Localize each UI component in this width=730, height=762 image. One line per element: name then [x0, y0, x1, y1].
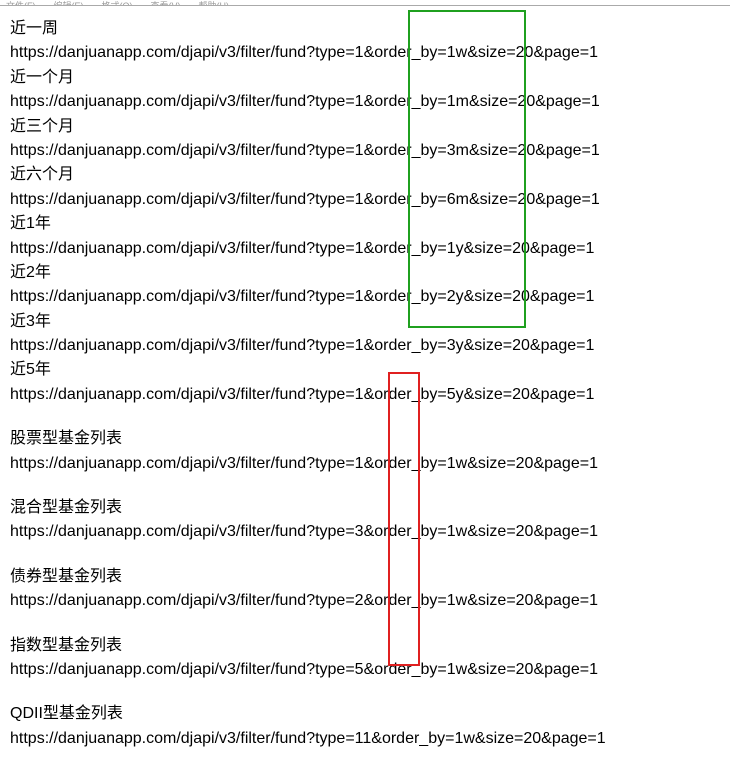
- type-url: https://danjuanapp.com/djapi/v3/filter/f…: [10, 728, 720, 750]
- menu-item[interactable]: 查看(V): [151, 0, 181, 5]
- period-url: https://danjuanapp.com/djapi/v3/filter/f…: [10, 189, 720, 211]
- type-url: https://danjuanapp.com/djapi/v3/filter/f…: [10, 590, 720, 612]
- period-label: 近1年: [10, 213, 720, 235]
- period-label: 近一个月: [10, 67, 720, 89]
- period-label: 近一周: [10, 18, 720, 40]
- period-url: https://danjuanapp.com/djapi/v3/filter/f…: [10, 238, 720, 260]
- period-label: 近六个月: [10, 164, 720, 186]
- type-label: 债券型基金列表: [10, 566, 720, 588]
- menu-item[interactable]: 文件(F): [6, 0, 36, 5]
- period-label: 近3年: [10, 311, 720, 333]
- type-label: 指数型基金列表: [10, 635, 720, 657]
- type-url: https://danjuanapp.com/djapi/v3/filter/f…: [10, 659, 720, 681]
- period-url: https://danjuanapp.com/djapi/v3/filter/f…: [10, 91, 720, 113]
- period-label: 近三个月: [10, 116, 720, 138]
- period-url: https://danjuanapp.com/djapi/v3/filter/f…: [10, 286, 720, 308]
- period-label: 近5年: [10, 359, 720, 381]
- type-label: 混合型基金列表: [10, 497, 720, 519]
- window-menubar: 文件(F) 编辑(E) 格式(O) 查看(V) 帮助(H): [0, 0, 730, 6]
- type-url: https://danjuanapp.com/djapi/v3/filter/f…: [10, 453, 720, 475]
- type-label: QDII型基金列表: [10, 703, 720, 725]
- period-url: https://danjuanapp.com/djapi/v3/filter/f…: [10, 335, 720, 357]
- text-content: 近一周 https://danjuanapp.com/djapi/v3/filt…: [10, 10, 720, 750]
- menu-item[interactable]: 编辑(E): [54, 0, 84, 5]
- period-url: https://danjuanapp.com/djapi/v3/filter/f…: [10, 140, 720, 162]
- period-label: 近2年: [10, 262, 720, 284]
- type-label: 股票型基金列表: [10, 428, 720, 450]
- type-url: https://danjuanapp.com/djapi/v3/filter/f…: [10, 521, 720, 543]
- period-url: https://danjuanapp.com/djapi/v3/filter/f…: [10, 42, 720, 64]
- period-url: https://danjuanapp.com/djapi/v3/filter/f…: [10, 384, 720, 406]
- menu-item[interactable]: 格式(O): [102, 0, 133, 5]
- menu-item[interactable]: 帮助(H): [199, 0, 230, 5]
